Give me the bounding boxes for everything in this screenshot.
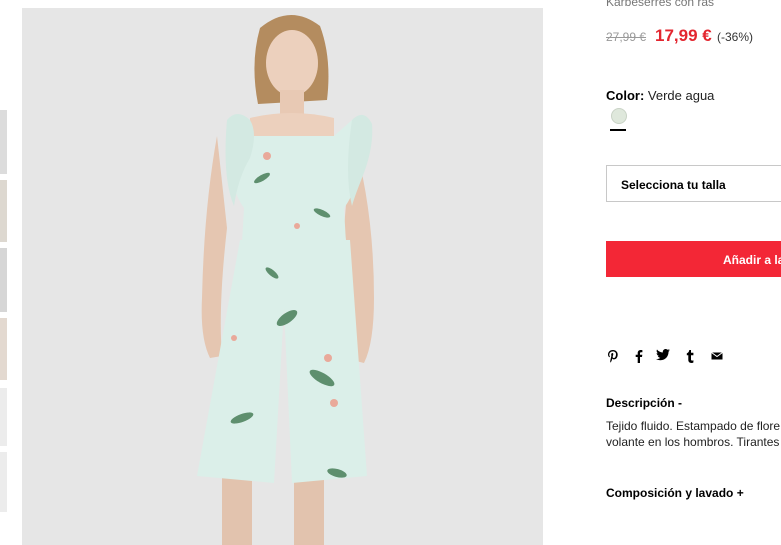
discount-badge: (-36%) xyxy=(717,30,754,44)
color-swatch[interactable] xyxy=(611,108,627,124)
thumbnail[interactable] xyxy=(0,110,7,174)
description-title[interactable]: Descripción - xyxy=(606,396,682,410)
composition-toggle[interactable]: Composición y lavado + xyxy=(606,486,744,500)
description-line: volante en los hombros. Tirantes xyxy=(606,435,780,449)
product-image[interactable] xyxy=(22,8,543,545)
thumbnail[interactable] xyxy=(0,180,7,242)
pinterest-icon[interactable] xyxy=(606,349,620,365)
selected-swatch-indicator xyxy=(610,129,626,131)
color-label: Color: xyxy=(606,88,645,103)
facebook-icon[interactable] xyxy=(632,349,646,365)
thumbnail[interactable] xyxy=(0,248,7,312)
original-price: 27,99 € xyxy=(606,30,647,44)
thumbnail[interactable] xyxy=(0,388,7,446)
product-photo-illustration xyxy=(22,8,543,545)
description-text: Tejido fluido. Estampado de flore volant… xyxy=(606,418,781,450)
color-info: Color: Verde agua xyxy=(606,88,714,103)
email-icon[interactable] xyxy=(710,349,724,365)
thumbnail-strip xyxy=(0,0,8,545)
add-to-cart-button[interactable]: Añadir a la xyxy=(606,241,781,277)
product-title: Karbeserres con ras xyxy=(606,0,715,8)
tumblr-icon[interactable] xyxy=(683,349,697,365)
color-value: Verde agua xyxy=(647,88,715,103)
thumbnail[interactable] xyxy=(0,452,7,512)
sale-price: 17,99 € xyxy=(655,26,712,45)
twitter-icon[interactable] xyxy=(656,349,670,365)
thumbnail[interactable] xyxy=(0,318,7,380)
size-select[interactable]: Selecciona tu talla xyxy=(606,165,781,202)
description-line: Tejido fluido. Estampado de flore xyxy=(606,419,781,433)
